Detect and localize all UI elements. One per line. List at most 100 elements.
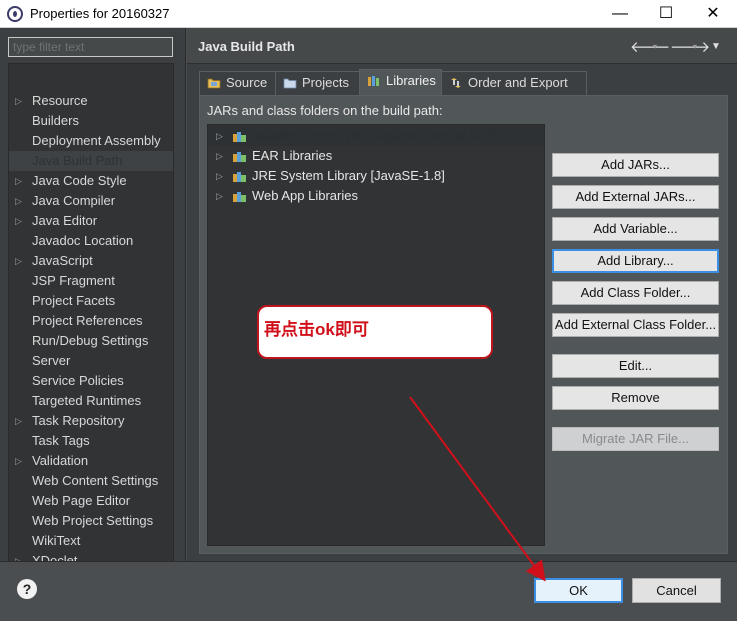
nav-item-label: Web Content Settings	[32, 473, 159, 488]
nav-item-web-page-editor[interactable]: Web Page Editor	[9, 491, 173, 511]
library-item[interactable]: ▷ Apache Tomcat v8.0 [Apache Tomcat v8.0]	[208, 126, 544, 146]
library-item-label: Apache Tomcat v8.0 [Apache Tomcat v8.0]	[252, 128, 498, 143]
library-item-label: EAR Libraries	[252, 148, 333, 163]
library-item-label: Web App Libraries	[252, 188, 358, 203]
edit-button[interactable]: Edit...	[552, 354, 719, 378]
library-item[interactable]: ▷ Web App Libraries	[208, 186, 544, 206]
nav-item-builders[interactable]: Builders	[9, 111, 173, 131]
nav-item-run-debug-settings[interactable]: Run/Debug Settings	[9, 331, 173, 351]
expand-arrow-icon[interactable]: ▷	[15, 171, 22, 191]
library-item[interactable]: ▷ EAR Libraries	[208, 146, 544, 166]
nav-item-label: Java Compiler	[32, 193, 116, 208]
nav-item-jsp-fragment[interactable]: JSP Fragment	[9, 271, 173, 291]
add-library-button[interactable]: Add Library...	[552, 249, 719, 273]
expand-arrow-icon[interactable]: ▷	[216, 126, 223, 146]
nav-item-targeted-runtimes[interactable]: Targeted Runtimes	[9, 391, 173, 411]
expand-arrow-icon[interactable]: ▷	[15, 451, 22, 471]
cancel-button[interactable]: Cancel	[632, 578, 721, 603]
nav-item-task-tags[interactable]: Task Tags	[9, 431, 173, 451]
expand-arrow-icon[interactable]: ▷	[15, 411, 22, 431]
nav-item-label: Project References	[32, 313, 143, 328]
nav-item-label: Resource	[32, 93, 88, 108]
forward-arrow-icon[interactable]: 🡒	[670, 37, 710, 56]
nav-item-label: Targeted Runtimes	[32, 393, 142, 408]
nav-item-web-content-settings[interactable]: Web Content Settings	[9, 471, 173, 491]
nav-item-javascript[interactable]: ▷ JavaScript	[9, 251, 173, 271]
expand-arrow-icon[interactable]: ▷	[216, 186, 223, 206]
nav-item-project-references[interactable]: Project References	[9, 311, 173, 331]
nav-item-server[interactable]: Server	[9, 351, 173, 371]
ok-button[interactable]: OK	[534, 578, 623, 603]
add-class-folder-button[interactable]: Add Class Folder...	[552, 281, 719, 305]
migrate-jar-file-button: Migrate JAR File...	[552, 427, 719, 451]
page-header: Java Build Path 🡐 ▾ 🡒 ▾ ▼	[187, 28, 737, 64]
tab-libraries-label: Libraries	[386, 73, 436, 88]
nav-item-task-repository[interactable]: ▷ Task Repository	[9, 411, 173, 431]
nav-item-resource[interactable]: ▷ Resource	[9, 91, 173, 111]
annotation-callout: 再点击ok即可	[257, 305, 493, 359]
nav-item-deployment-assembly[interactable]: Deployment Assembly	[9, 131, 173, 151]
add-jars-button[interactable]: Add JARs...	[552, 153, 719, 177]
nav-item-label: Deployment Assembly	[32, 133, 161, 148]
forward-dropdown-icon[interactable]: ▾	[693, 42, 697, 51]
nav-item-label: Validation	[32, 453, 89, 468]
nav-item-label: Javadoc Location	[32, 233, 134, 248]
annotation-text: 再点击ok即可	[264, 320, 369, 339]
nav-item-label: Web Page Editor	[32, 493, 131, 508]
expand-arrow-icon[interactable]: ▷	[15, 251, 22, 271]
nav-item-label: Project Facets	[32, 293, 116, 308]
close-button[interactable]: ✕	[690, 0, 736, 28]
tab-source[interactable]: Source	[199, 71, 276, 95]
back-dropdown-icon[interactable]: ▾	[653, 42, 657, 51]
nav-item-java-build-path[interactable]: Java Build Path	[9, 151, 173, 171]
property-page-content: Java Build Path 🡐 ▾ 🡒 ▾ ▼ Source Project…	[187, 28, 737, 561]
project-folder-icon	[283, 78, 297, 89]
nav-item-web-project-settings[interactable]: Web Project Settings	[9, 511, 173, 531]
minimize-button[interactable]: —	[597, 0, 643, 28]
source-folder-icon	[207, 78, 221, 89]
tab-source-label: Source	[226, 75, 268, 90]
nav-item-java-editor[interactable]: ▷ Java Editor	[9, 211, 173, 231]
nav-item-label: WikiText	[32, 533, 81, 548]
nav-item-label: Run/Debug Settings	[32, 333, 149, 348]
view-menu-icon[interactable]: ▼	[711, 41, 721, 52]
build-path-label: JARs and class folders on the build path…	[207, 103, 443, 118]
expand-arrow-icon[interactable]: ▷	[15, 191, 22, 211]
order-export-icon	[451, 78, 461, 88]
help-icon[interactable]: ?	[17, 579, 37, 599]
nav-item-service-policies[interactable]: Service Policies	[9, 371, 173, 391]
nav-item-javadoc-location[interactable]: Javadoc Location	[9, 231, 173, 251]
library-jar-icon	[233, 192, 246, 202]
filter-input[interactable]	[8, 37, 173, 57]
expand-arrow-icon[interactable]: ▷	[15, 91, 22, 111]
nav-item-label: Java Build Path	[32, 151, 123, 171]
nav-item-java-code-style[interactable]: ▷ Java Code Style	[9, 171, 173, 191]
nav-item-java-compiler[interactable]: ▷ Java Compiler	[9, 191, 173, 211]
eclipse-app-icon	[7, 6, 23, 22]
tab-order-and-export[interactable]: Order and Export	[441, 71, 587, 95]
library-item[interactable]: ▷ JRE System Library [JavaSE-1.8]	[208, 166, 544, 186]
back-arrow-icon[interactable]: 🡐	[630, 37, 670, 56]
expand-arrow-icon[interactable]: ▷	[216, 166, 223, 186]
nav-item-label: Service Policies	[32, 373, 124, 388]
property-page-tree: ▷ Resource Builders Deployment Assembly Java…	[8, 63, 174, 586]
nav-item-wikitext[interactable]: WikiText	[9, 531, 173, 551]
nav-item-validation[interactable]: ▷ Validation	[9, 451, 173, 471]
tab-projects[interactable]: Projects	[275, 71, 360, 95]
remove-button[interactable]: Remove	[552, 386, 719, 410]
add-external-class-folder-button[interactable]: Add External Class Folder...	[552, 313, 719, 337]
nav-item-label: Web Project Settings	[32, 513, 154, 528]
expand-arrow-icon[interactable]: ▷	[15, 211, 22, 231]
add-variable-button[interactable]: Add Variable...	[552, 217, 719, 241]
nav-item-label: Java Editor	[32, 213, 98, 228]
nav-item-label: Java Code Style	[32, 173, 127, 188]
nav-item-label: Task Tags	[32, 433, 90, 448]
expand-arrow-icon[interactable]: ▷	[216, 146, 223, 166]
library-jar-icon	[233, 152, 246, 162]
nav-item-project-facets[interactable]: Project Facets	[9, 291, 173, 311]
tab-order-and-export-label: Order and Export	[468, 75, 568, 90]
maximize-button[interactable]: ☐	[643, 0, 689, 28]
nav-item-label: JavaScript	[32, 253, 93, 268]
add-external-jars-button[interactable]: Add External JARs...	[552, 185, 719, 209]
tab-libraries[interactable]: Libraries	[359, 69, 442, 95]
